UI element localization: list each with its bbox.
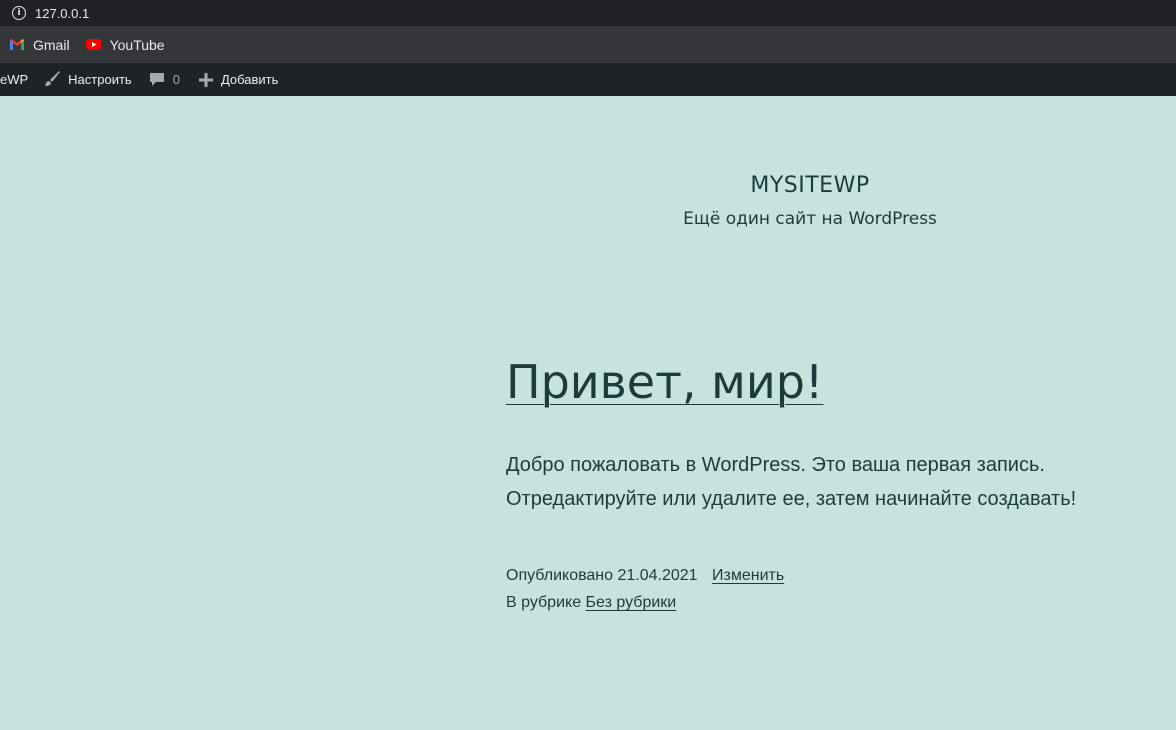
brush-icon bbox=[45, 71, 61, 86]
admin-bar-add-new[interactable]: Добавить bbox=[180, 63, 278, 96]
youtube-icon bbox=[85, 39, 101, 50]
post-title[interactable]: Привет, мир! bbox=[506, 355, 823, 409]
add-new-label: Добавить bbox=[220, 72, 279, 87]
customize-label: Настроить bbox=[68, 72, 132, 87]
address-bar[interactable]: i 127.0.0.1 bbox=[0, 0, 1176, 26]
bookmark-label: YouTube bbox=[109, 36, 165, 53]
published-date: Опубликовано 21.04.2021 bbox=[506, 567, 698, 584]
plus-icon bbox=[198, 72, 213, 87]
bookmarks-bar: Gmail YouTube bbox=[0, 26, 1176, 63]
edit-post-link[interactable]: Изменить bbox=[712, 567, 784, 584]
comments-count: 0 bbox=[172, 72, 180, 87]
wp-admin-bar: eWP Настроить 0 Добавить bbox=[0, 63, 1176, 96]
admin-bar-comments[interactable]: 0 bbox=[132, 63, 180, 96]
post-content: Добро пожаловать в WordPress. Это ваша п… bbox=[506, 448, 1146, 516]
bookmark-label: Gmail bbox=[33, 36, 70, 53]
category-link[interactable]: Без рубрики bbox=[586, 594, 677, 611]
site-name-text: eWP bbox=[0, 72, 29, 87]
gmail-icon bbox=[10, 39, 24, 50]
info-icon[interactable]: i bbox=[12, 6, 26, 20]
admin-bar-site-name[interactable]: eWP bbox=[0, 63, 28, 96]
category-label: В рубрике bbox=[506, 594, 582, 611]
post-meta-published: Опубликовано 21.04.2021 Изменить bbox=[506, 567, 784, 585]
site-title[interactable]: MYSITEWP bbox=[690, 173, 930, 198]
admin-bar-customize[interactable]: Настроить bbox=[44, 63, 132, 96]
comment-icon bbox=[149, 73, 164, 86]
post-meta-category: В рубрике Без рубрики bbox=[506, 594, 676, 612]
site-description: Ещё один сайт на WordPress bbox=[683, 209, 937, 229]
url-text[interactable]: 127.0.0.1 bbox=[35, 6, 89, 21]
bookmark-youtube[interactable]: YouTube bbox=[85, 36, 165, 53]
browser-toolbar: i 127.0.0.1 bbox=[0, 0, 1176, 26]
post-paragraph-line-1: Добро пожаловать в WordPress. Это ваша п… bbox=[506, 454, 1045, 476]
bookmark-gmail[interactable]: Gmail bbox=[10, 37, 70, 53]
post-paragraph-line-2: Отредактируйте или удалите ее, затем нач… bbox=[506, 488, 1077, 510]
